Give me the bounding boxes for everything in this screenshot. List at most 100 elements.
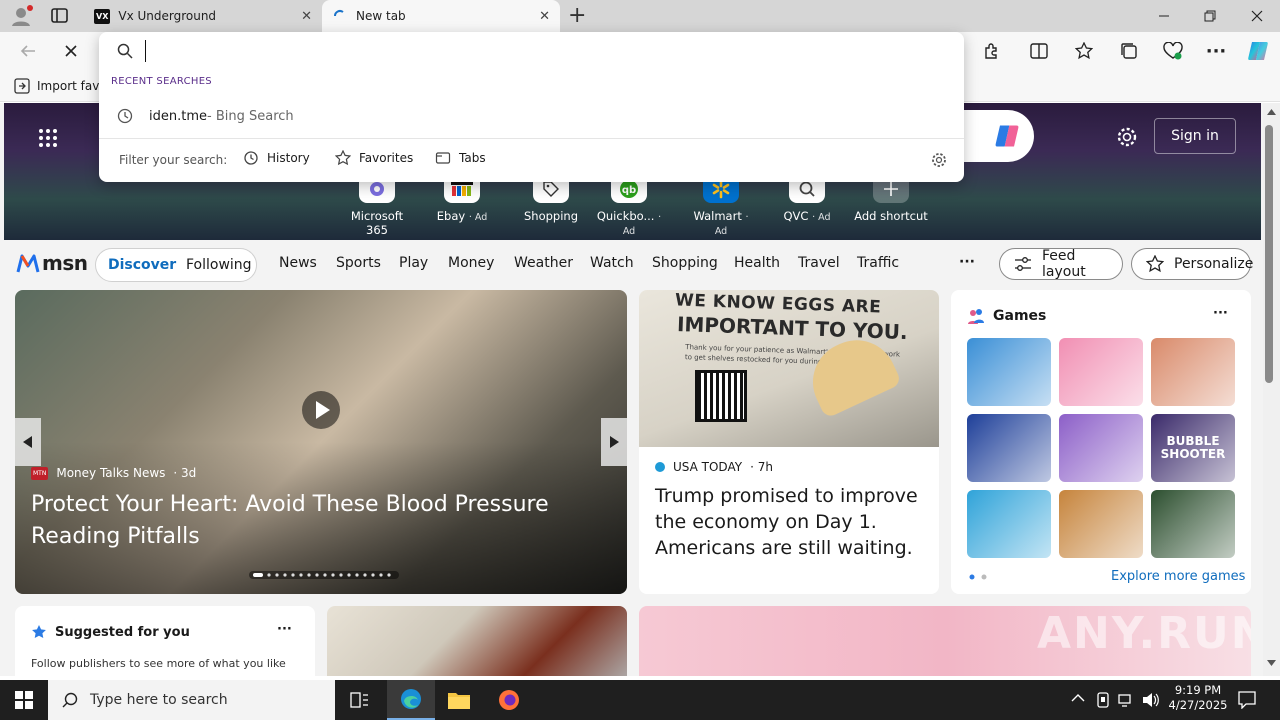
recent-search-item[interactable]: iden.tme - Bing Search (99, 102, 964, 130)
suggested-text: Follow publishers to see more of what yo… (31, 657, 286, 670)
tile-shopping[interactable]: Shopping (516, 175, 586, 223)
tab-actions-icon[interactable] (50, 7, 70, 25)
firefox-icon[interactable] (485, 680, 533, 720)
carousel-next-icon[interactable] (601, 418, 627, 466)
edge-taskbar-icon[interactable] (387, 680, 435, 720)
scroll-thumb[interactable] (1265, 125, 1273, 383)
nav-more-icon[interactable]: ··· (959, 254, 975, 270)
game-tile-9[interactable] (1151, 490, 1235, 558)
split-screen-icon[interactable] (1023, 35, 1055, 67)
game-tile-3[interactable] (1151, 338, 1235, 406)
copilot-icon[interactable] (1242, 35, 1274, 67)
nav-sports[interactable]: Sports (336, 255, 381, 271)
story-headline[interactable]: Trump promised to improve the economy on… (655, 483, 925, 561)
app-launcher-icon[interactable] (38, 128, 58, 148)
game-tile-7[interactable] (967, 490, 1051, 558)
address-input[interactable] (145, 40, 925, 62)
nav-play[interactable]: Play (399, 255, 428, 271)
favorites-star-icon[interactable] (1068, 35, 1100, 67)
personalize-button[interactable]: Personalize (1131, 248, 1253, 280)
game-tile-1[interactable] (967, 338, 1051, 406)
hero-story-card[interactable]: MTN Money Talks News · 3d Protect Your H… (15, 290, 627, 594)
source-name: USA TODAY (673, 460, 743, 474)
game-tile-6[interactable]: BUBBLE SHOOTER (1151, 414, 1235, 482)
taskbar-search-box[interactable]: Type here to search (48, 680, 335, 720)
settings-gear-icon[interactable] (1116, 126, 1138, 148)
story-age: · 7h (750, 460, 773, 474)
more-options-icon[interactable]: ··· (1200, 35, 1232, 67)
nav-news[interactable]: News (279, 255, 317, 271)
msn-logo[interactable]: msn (16, 251, 88, 275)
explore-games-link[interactable]: Explore more games (1111, 569, 1245, 584)
suggested-more-icon[interactable]: ··· (277, 622, 292, 637)
usa-today-logo-icon (655, 462, 665, 472)
tab-vx-underground[interactable]: VX Vx Underground ✕ (84, 0, 322, 32)
nav-traffic[interactable]: Traffic (857, 255, 899, 271)
pink-story-image[interactable]: ANY.RUN (639, 606, 1251, 676)
tab-discover[interactable]: Discover (108, 257, 176, 273)
tile-add-shortcut[interactable]: Add shortcut (851, 175, 931, 223)
nav-watch[interactable]: Watch (590, 255, 634, 271)
tab-following[interactable]: Following (186, 257, 252, 273)
tools-story-image[interactable] (327, 606, 627, 676)
filter-history[interactable]: History (243, 150, 310, 166)
tile-microsoft-365[interactable]: Microsoft 365 (342, 175, 412, 237)
nav-travel[interactable]: Travel (798, 255, 840, 271)
windows-start-icon[interactable] (0, 680, 48, 720)
games-more-icon[interactable]: ··· (1213, 306, 1228, 321)
hero-headline[interactable]: Protect Your Heart: Avoid These Blood Pr… (31, 489, 591, 553)
tile-qvc[interactable]: QVC · Ad (772, 175, 842, 223)
source-logo: MTN (31, 466, 49, 480)
scroll-up-icon[interactable] (1267, 109, 1276, 115)
import-favorites-link[interactable]: Import favo (37, 79, 107, 93)
nav-money[interactable]: Money (448, 255, 494, 271)
carousel-prev-icon[interactable] (15, 418, 41, 466)
network-icon[interactable] (1118, 692, 1134, 708)
search-icon (117, 43, 133, 59)
search-settings-gear-icon[interactable] (931, 152, 947, 168)
tile-quickbooks[interactable]: qb Quickbo... · Ad (594, 175, 664, 237)
extensions-icon[interactable] (975, 35, 1007, 67)
sign-in-button[interactable]: Sign in (1154, 118, 1236, 154)
profile-icon[interactable] (10, 5, 34, 27)
taskbar-clock[interactable]: 9:19 PM 4/27/2025 (1168, 683, 1228, 713)
feed-layout-button[interactable]: Feed layout (999, 248, 1123, 280)
game-tile-8[interactable] (1059, 490, 1143, 558)
games-card: Games ··· BUBBLE SHOOTER Explore more ga… (951, 290, 1251, 594)
copilot-search-button[interactable] (956, 110, 1034, 162)
tile-label: Ebay (436, 209, 466, 223)
nav-health[interactable]: Health (734, 255, 780, 271)
filter-tabs[interactable]: Tabs (435, 150, 486, 166)
volume-icon[interactable] (1142, 692, 1160, 708)
filter-favorites[interactable]: Favorites (335, 150, 413, 166)
play-video-icon[interactable] (301, 390, 341, 430)
tile-ebay[interactable]: Ebay · Ad (427, 175, 497, 223)
news-card-usa-today[interactable]: WE KNOW EGGS ARE IMPORTANT TO YOU. Thank… (639, 290, 939, 594)
back-arrow-icon[interactable] (12, 35, 44, 67)
tile-walmart[interactable]: Walmart · Ad (686, 175, 756, 237)
minimize-icon[interactable] (1141, 0, 1187, 32)
close-tab-icon[interactable]: ✕ (539, 9, 550, 24)
close-window-icon[interactable] (1234, 0, 1280, 32)
nav-shopping[interactable]: Shopping (652, 255, 718, 271)
stop-loading-icon[interactable] (55, 35, 87, 67)
file-explorer-icon[interactable] (435, 680, 483, 720)
game-tile-4[interactable] (967, 414, 1051, 482)
nav-weather[interactable]: Weather (514, 255, 573, 271)
story-source: USA TODAY · 7h (655, 460, 773, 474)
collections-icon[interactable] (1113, 35, 1145, 67)
new-tab-button[interactable]: + (568, 3, 586, 28)
recent-search-text: iden.tme (149, 108, 207, 124)
notifications-icon[interactable] (1238, 691, 1256, 709)
close-tab-icon[interactable]: ✕ (301, 9, 312, 24)
game-tile-5[interactable] (1059, 414, 1143, 482)
scroll-down-icon[interactable] (1267, 660, 1276, 666)
task-view-icon[interactable] (336, 680, 384, 720)
tray-chevron-icon[interactable] (1071, 693, 1085, 703)
restore-icon[interactable] (1187, 0, 1233, 32)
tab-new-tab[interactable]: New tab ✕ (322, 0, 560, 32)
tab-strip: VX Vx Underground ✕ New tab ✕ + (0, 0, 1280, 32)
game-tile-2[interactable] (1059, 338, 1143, 406)
browser-essentials-icon[interactable] (1157, 35, 1189, 67)
tray-device-icon[interactable] (1096, 692, 1110, 708)
